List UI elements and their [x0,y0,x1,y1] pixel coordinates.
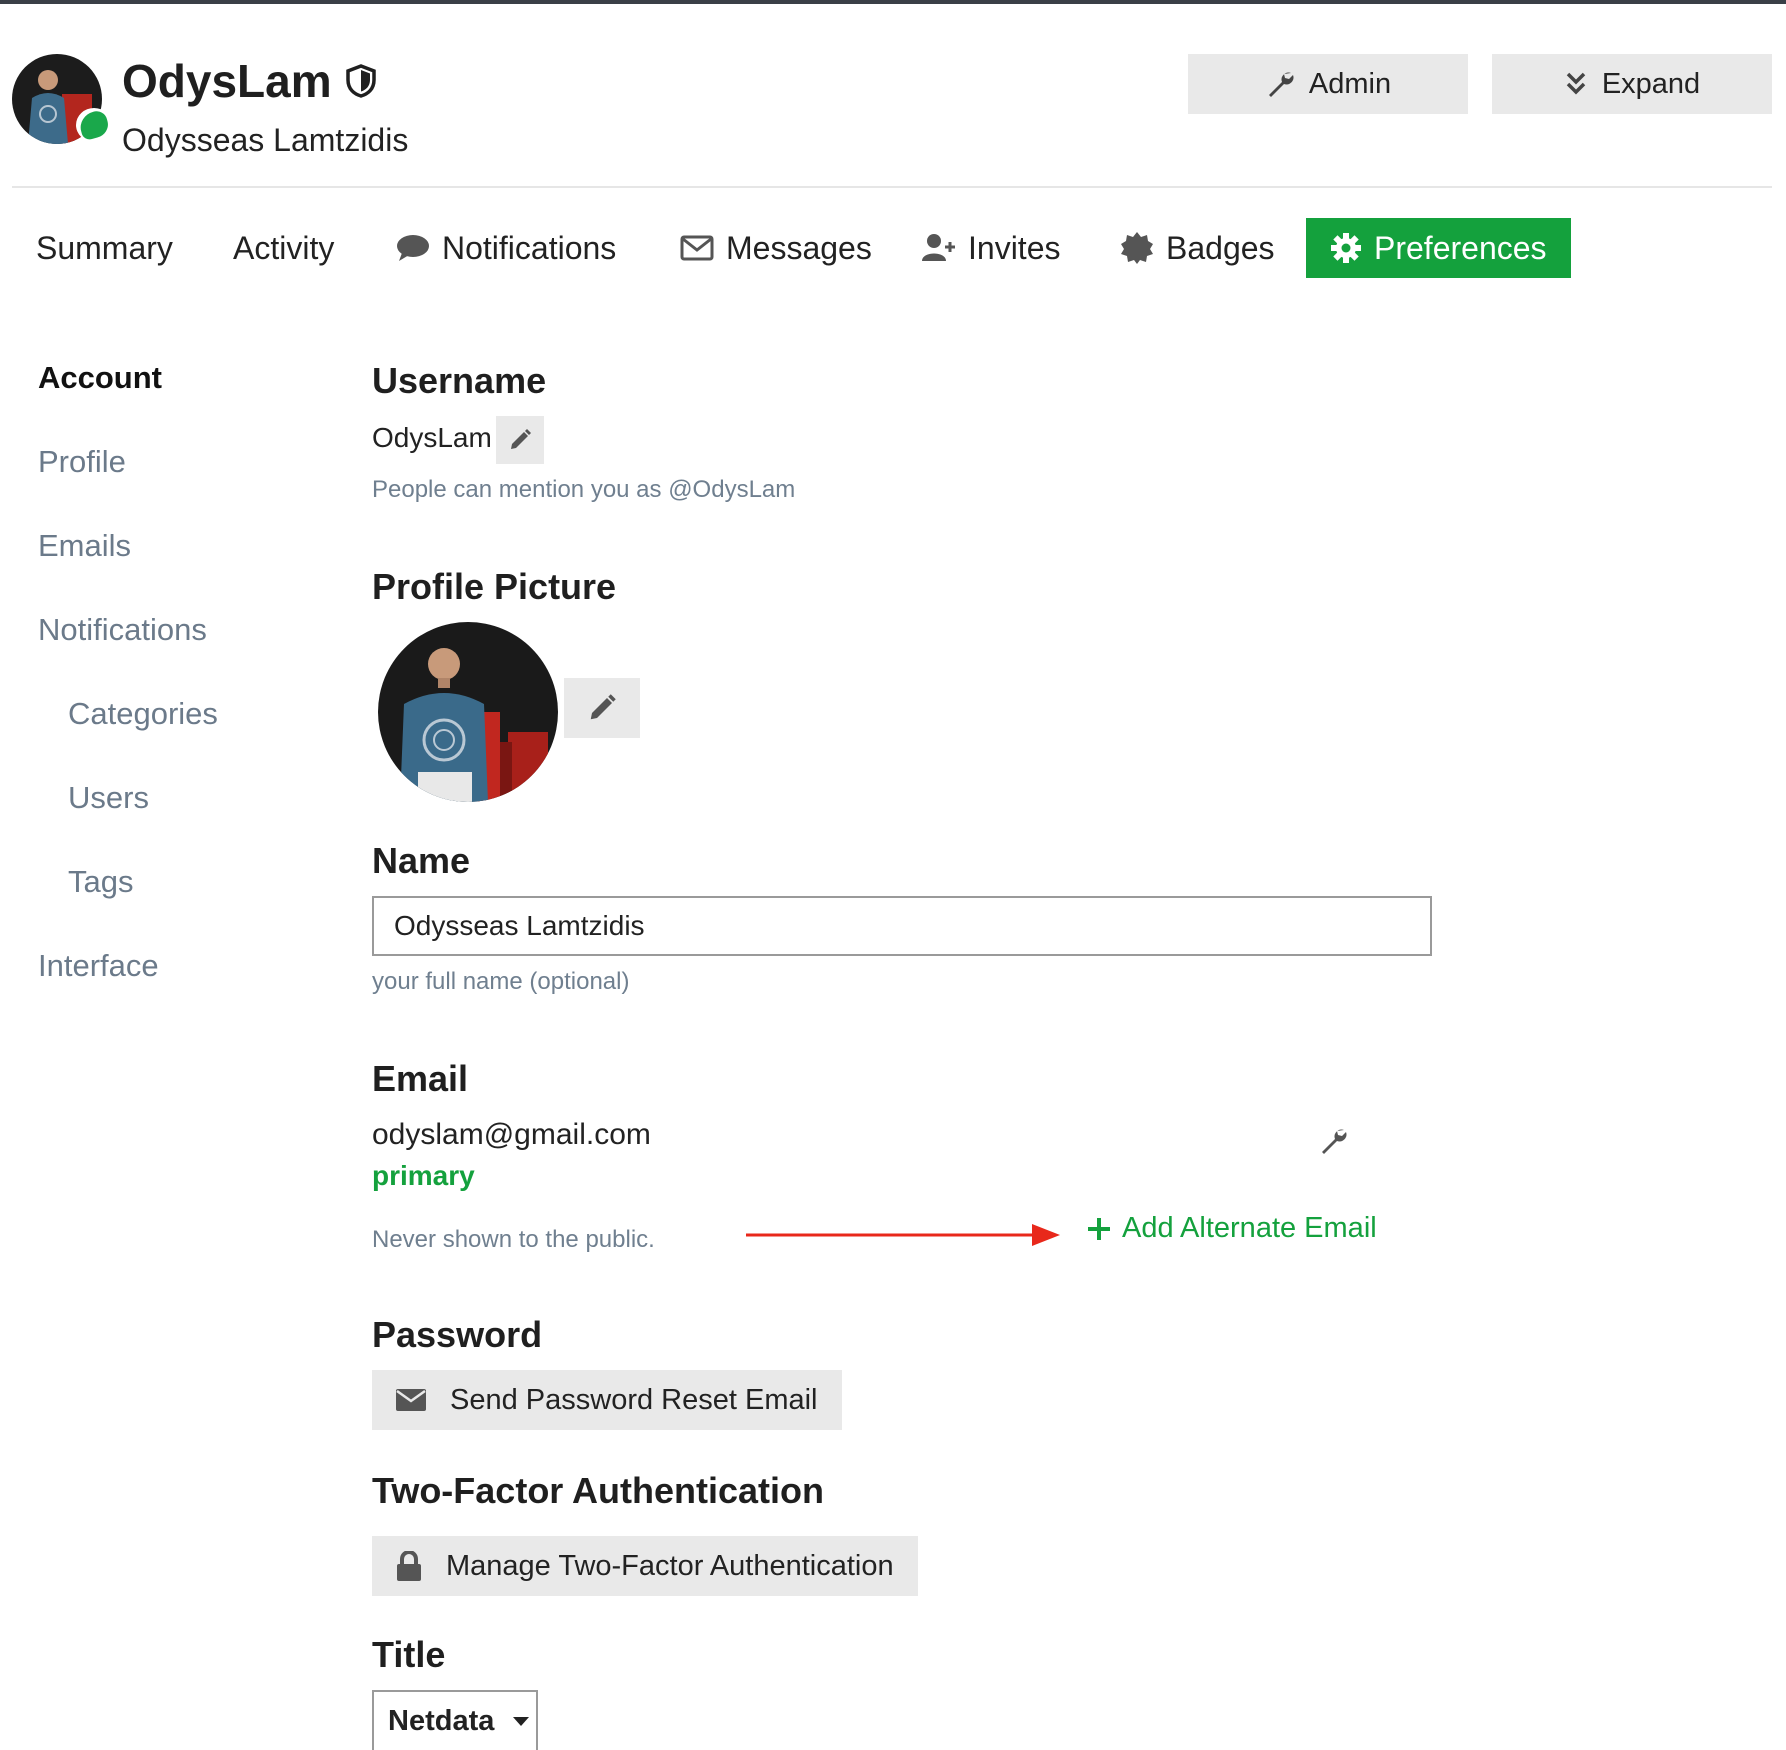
profile-full-name: Odysseas Lamtzidis [122,122,409,158]
username-value: OdysLam [372,422,492,453]
email-settings-button[interactable] [1318,1126,1348,1161]
profile-username: OdysLam [122,54,376,108]
password-heading: Password [372,1314,543,1355]
tab-notifications-label: Notifications [442,229,617,266]
tab-invites-label: Invites [968,229,1061,266]
tab-badges[interactable]: Badges [1120,218,1275,278]
header-divider [12,186,1772,188]
email-value: odyslam@gmail.com [372,1118,651,1151]
manage-two-factor-button[interactable]: Manage Two-Factor Authentication [372,1536,918,1596]
username-hint: People can mention you as @OdysLam [372,476,796,503]
tab-summary[interactable]: Summary [36,218,173,278]
envelope-icon [396,1389,426,1411]
title-heading: Title [372,1634,446,1675]
edit-username-button[interactable] [496,416,544,464]
status-emoji-icon [76,108,112,142]
pencil-icon [511,429,531,449]
email-hint: Never shown to the public. [372,1226,655,1253]
send-password-reset-label: Send Password Reset Email [450,1383,818,1416]
pencil-icon [590,694,616,720]
annotation-arrow [746,1224,1060,1246]
tab-preferences-label: Preferences [1374,229,1547,266]
tab-activity[interactable]: Activity [233,218,334,278]
tab-messages[interactable]: Messages [680,218,872,278]
user-plus-icon [922,234,955,261]
plus-icon [1088,1217,1110,1240]
wrench-icon [1268,72,1294,97]
profile-picture-heading: Profile Picture [372,566,617,607]
title-select-value: Netdata [388,1704,495,1737]
name-field[interactable] [372,896,1432,956]
certificate-icon [1121,232,1153,264]
send-password-reset-button[interactable]: Send Password Reset Email [372,1370,842,1430]
top-border [0,0,1786,4]
sidebar-item-categories[interactable]: Categories [68,696,218,732]
title-select[interactable]: Netdata [372,1690,538,1750]
name-hint: your full name (optional) [372,968,630,995]
gear-icon [1331,233,1361,263]
tab-messages-label: Messages [726,229,872,266]
manage-two-factor-label: Manage Two-Factor Authentication [446,1549,894,1582]
admin-button[interactable]: Admin [1188,54,1468,114]
tab-notifications[interactable]: Notifications [396,218,616,278]
tab-activity-label: Activity [233,229,335,266]
admin-label: Admin [1308,67,1392,100]
sidebar-item-users[interactable]: Users [68,780,149,816]
sidebar-item-emails[interactable]: Emails [38,528,131,564]
tab-badges-label: Badges [1166,229,1275,266]
sidebar-item-account[interactable]: Account [38,360,162,396]
wrench-icon [1322,1129,1347,1154]
sidebar-item-profile[interactable]: Profile [38,444,126,480]
caret-down-icon [513,1717,530,1726]
name-heading: Name [372,840,471,881]
envelope-icon [680,235,714,261]
lock-icon [397,1551,421,1581]
double-chevron-down-icon [1566,72,1586,95]
sidebar-item-tags[interactable]: Tags [68,864,133,900]
expand-button[interactable]: Expand [1492,54,1772,114]
sidebar-item-notifications[interactable]: Notifications [38,612,207,648]
username-heading: Username [372,360,547,401]
email-primary-badge: primary [372,1160,475,1191]
email-heading: Email [372,1058,469,1099]
two-factor-heading: Two-Factor Authentication [372,1470,824,1511]
add-alternate-email-link[interactable]: Add Alternate Email [1086,1212,1377,1245]
comment-icon [397,235,429,261]
username-text: OdysLam [122,55,332,107]
moderator-shield-icon [345,64,376,98]
profile-picture [378,622,558,802]
tab-summary-label: Summary [36,229,173,266]
sidebar-item-interface[interactable]: Interface [38,948,159,984]
add-alternate-email-label: Add Alternate Email [1122,1212,1377,1244]
tab-invites[interactable]: Invites [922,218,1060,278]
expand-label: Expand [1601,67,1701,100]
tab-preferences[interactable]: Preferences [1306,218,1571,278]
edit-profile-picture-button[interactable] [564,678,640,738]
